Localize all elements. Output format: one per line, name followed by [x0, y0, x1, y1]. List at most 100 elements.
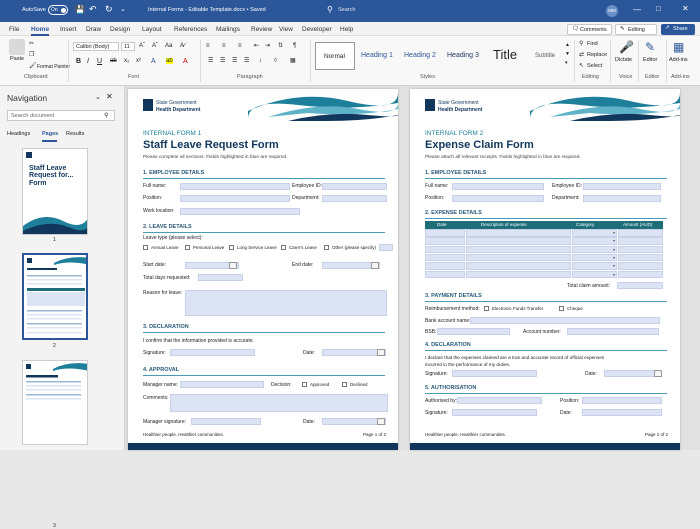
approved-checkbox[interactable]	[302, 382, 307, 387]
nav-search-input[interactable]: Search document ⚲	[7, 110, 115, 121]
expense-date-cell[interactable]	[425, 253, 465, 262]
style-heading-1[interactable]: Heading 1	[361, 52, 393, 59]
category-dropdown-icon[interactable]: ▾	[613, 247, 615, 252]
find-button[interactable]: Find	[587, 41, 598, 48]
comments-field[interactable]	[170, 394, 388, 412]
bank-account-name-field[interactable]	[470, 317, 660, 324]
page-thumbnail-1[interactable]: Staff Leave Request for... Form	[22, 148, 88, 235]
manager-signature-field[interactable]	[191, 418, 261, 425]
clear-format-icon[interactable]: A∕	[180, 43, 185, 49]
work-location-field[interactable]	[180, 208, 300, 215]
declined-checkbox[interactable]	[342, 382, 347, 387]
bsb-field[interactable]	[437, 328, 510, 335]
total-claim-field[interactable]	[617, 282, 663, 289]
styles-more-icon[interactable]: ▾	[565, 61, 568, 66]
show-marks-icon[interactable]: ¶	[293, 43, 296, 49]
full-name-field[interactable]	[452, 183, 544, 190]
avatar[interactable]: MM	[606, 5, 618, 17]
authoriser-position-field[interactable]	[582, 397, 662, 404]
expense-description-cell[interactable]	[466, 245, 571, 254]
category-dropdown-icon[interactable]: ▾	[613, 264, 615, 268]
copy-icon[interactable]: ❐	[29, 52, 34, 58]
customize-qat-icon[interactable]: ⌄	[120, 6, 126, 13]
calendar-icon[interactable]	[377, 349, 385, 356]
expense-amount-cell[interactable]	[618, 262, 663, 270]
annual-leave-checkbox[interactable]	[143, 245, 148, 250]
style-heading-3[interactable]: Heading 3	[447, 52, 479, 59]
personal-leave-checkbox[interactable]	[185, 245, 190, 250]
category-dropdown-icon[interactable]: ▾	[613, 272, 615, 277]
dictate-button[interactable]: Dictate	[615, 57, 632, 64]
editor-button[interactable]: Editor	[643, 57, 657, 64]
tab-view[interactable]: View	[279, 26, 293, 33]
expense-description-cell[interactable]	[466, 253, 571, 262]
restore-icon[interactable]: □	[656, 5, 661, 13]
manager-name-field[interactable]	[180, 381, 264, 388]
justify-icon[interactable]: ☰	[244, 58, 249, 64]
expense-category-cell[interactable]: ▾	[572, 253, 617, 262]
paste-icon[interactable]	[9, 39, 25, 55]
page-thumbnail-3[interactable]	[22, 360, 88, 445]
nav-tab-headings[interactable]: Headings	[7, 131, 30, 138]
department-field[interactable]	[583, 195, 661, 202]
expense-category-cell[interactable]: ▾	[572, 245, 617, 254]
select-icon[interactable]: ↖	[579, 63, 584, 69]
expense-date-cell[interactable]	[425, 237, 465, 245]
comments-button[interactable]: 🗨 Comments	[567, 24, 612, 35]
tab-insert[interactable]: Insert	[60, 26, 76, 33]
authoriser-signature-field[interactable]	[452, 409, 537, 416]
position-field[interactable]	[180, 195, 290, 202]
nav-options-icon[interactable]: ⌄	[95, 94, 101, 101]
tab-review[interactable]: Review	[251, 26, 272, 33]
page-thumbnail-2[interactable]	[22, 253, 88, 340]
autosave-toggle[interactable]: On	[48, 5, 68, 15]
tab-draw[interactable]: Draw	[86, 26, 101, 33]
format-painter-label[interactable]: Format Painter	[37, 65, 70, 70]
authorised-by-field[interactable]	[457, 397, 542, 404]
minimize-icon[interactable]: —	[633, 6, 641, 14]
tab-help[interactable]: Help	[340, 26, 353, 33]
styles-scroll-down-icon[interactable]: ▼	[565, 52, 570, 57]
reason-field[interactable]	[185, 290, 387, 316]
signature-field[interactable]	[452, 370, 537, 377]
styles-scroll-up-icon[interactable]: ▲	[565, 43, 570, 48]
style-normal[interactable]: Normal	[315, 42, 355, 70]
expense-date-cell[interactable]	[425, 245, 465, 254]
shrink-font-icon[interactable]: Aˇ	[152, 43, 158, 49]
bullets-icon[interactable]: ≡	[206, 43, 210, 49]
numbering-icon[interactable]: ≡	[222, 43, 226, 49]
paste-label[interactable]: Paste	[10, 56, 24, 63]
full-name-field[interactable]	[180, 183, 290, 190]
expense-description-cell[interactable]	[466, 262, 571, 270]
document-page-1[interactable]: State Government Health Department INTER…	[128, 89, 398, 450]
subscript-icon[interactable]: x₂	[124, 58, 129, 64]
align-center-icon[interactable]: ☰	[220, 58, 225, 64]
expense-amount-cell[interactable]	[618, 253, 663, 262]
expense-date-cell[interactable]	[425, 229, 465, 237]
cheque-checkbox[interactable]	[559, 306, 564, 311]
grow-font-icon[interactable]: Aˆ	[139, 43, 145, 49]
calendar-icon[interactable]	[371, 262, 379, 269]
expense-amount-cell[interactable]	[618, 237, 663, 245]
tab-references[interactable]: References	[174, 26, 207, 33]
expense-description-cell[interactable]	[466, 229, 571, 237]
tab-home[interactable]: Home	[31, 26, 49, 33]
tab-design[interactable]: Design	[110, 26, 130, 33]
other-leave-specify-field[interactable]	[379, 244, 393, 251]
find-icon[interactable]: ⚲	[579, 41, 583, 47]
cut-icon[interactable]: ✂	[29, 41, 34, 47]
underline-icon[interactable]: U	[97, 58, 102, 65]
carers-leave-checkbox[interactable]	[281, 245, 286, 250]
expense-category-cell[interactable]: ▾	[572, 229, 617, 237]
search-icon[interactable]: ⚲	[327, 6, 333, 14]
redo-icon[interactable]: ↻	[105, 5, 113, 14]
document-page-2[interactable]: State Government Health Department INTER…	[410, 89, 680, 450]
format-painter-icon[interactable]: 🖌	[29, 63, 37, 69]
total-days-field[interactable]	[198, 274, 243, 281]
share-button[interactable]: ↗ Share	[661, 24, 695, 35]
font-name-select[interactable]: Calibri (Body)	[73, 42, 119, 51]
category-dropdown-icon[interactable]: ▾	[613, 255, 615, 260]
nav-tab-pages[interactable]: Pages	[42, 131, 58, 138]
department-field[interactable]	[322, 195, 387, 202]
undo-icon[interactable]: ↶	[89, 5, 97, 14]
